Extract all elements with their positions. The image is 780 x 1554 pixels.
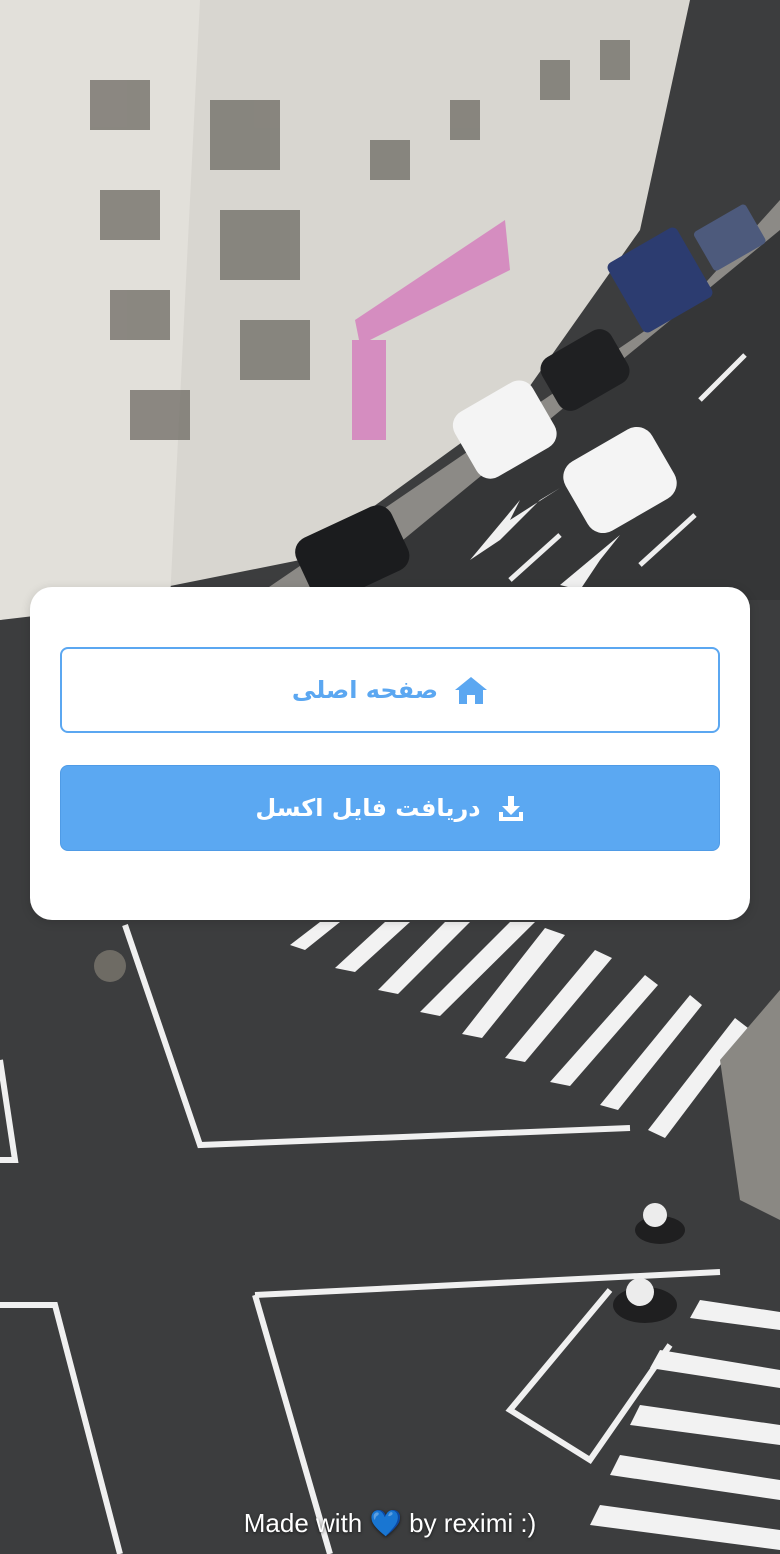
- download-button-label: دریافت فایل اکسل: [255, 794, 481, 822]
- footer-credit: Made with 💙 by reximi :): [0, 1508, 780, 1539]
- home-button-label: صفحه اصلی: [291, 676, 439, 704]
- home-icon: [454, 675, 488, 705]
- download-excel-button[interactable]: دریافت فایل اکسل: [60, 765, 720, 851]
- download-icon: [497, 794, 525, 822]
- action-card: صفحه اصلی دریافت فایل اکسل: [30, 587, 750, 920]
- footer-prefix: Made with: [243, 1508, 363, 1538]
- heart-icon: 💙: [369, 1508, 402, 1538]
- home-button[interactable]: صفحه اصلی: [60, 647, 720, 733]
- footer-suffix: by reximi :): [409, 1508, 537, 1538]
